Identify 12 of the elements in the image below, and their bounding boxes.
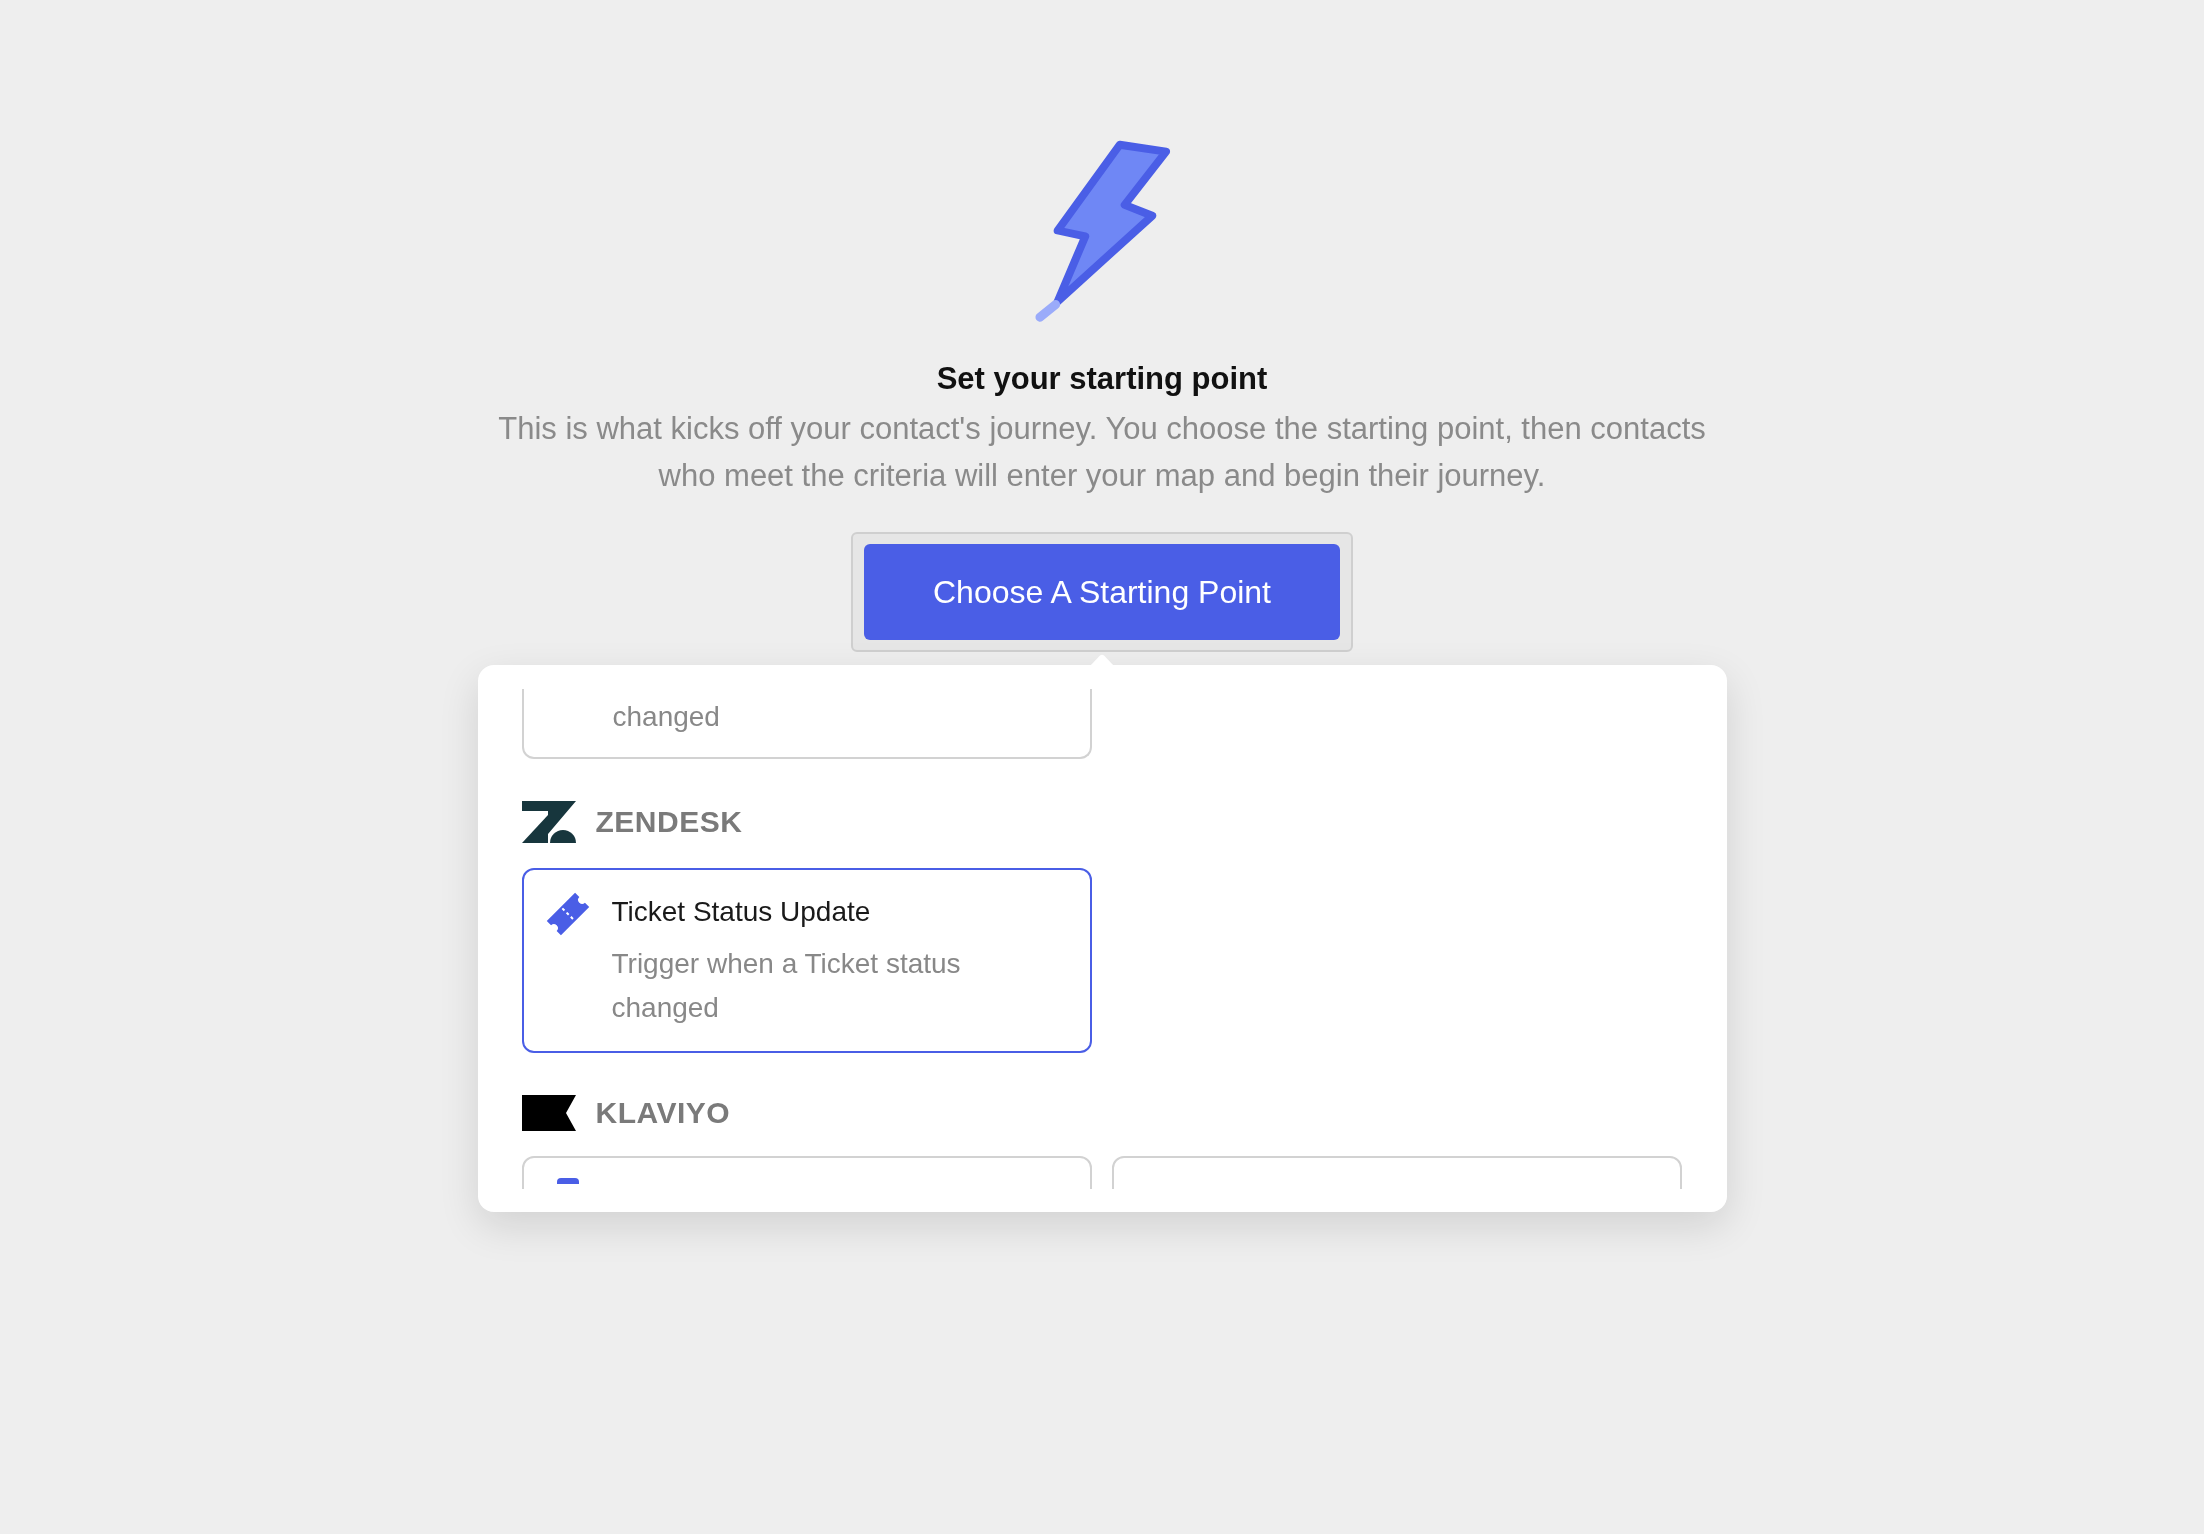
zendesk-logo-icon (521, 801, 576, 843)
section-title: ZENDESK (595, 805, 743, 839)
choose-starting-point-button[interactable]: Choose A Starting Point (864, 544, 1340, 640)
trigger-card[interactable]: Ticket Status Update Trigger when a Ticket status changed (521, 868, 1092, 1053)
card-title: Ticket Status Update (611, 895, 872, 929)
page-description: This is what kicks off your contact's journey. You choose the starting point, then contacts who meet the criteria will enter your map and begin their journey. (497, 410, 1707, 495)
flag-logo-icon (521, 1095, 576, 1131)
section-title: KLAVIYO (595, 1096, 731, 1130)
trigger-card[interactable]: changed (521, 689, 1092, 759)
card-description: Trigger when a Ticket status changed (611, 947, 962, 1025)
event-icon (556, 1178, 579, 1184)
page-title: Set your starting point (936, 361, 1268, 397)
